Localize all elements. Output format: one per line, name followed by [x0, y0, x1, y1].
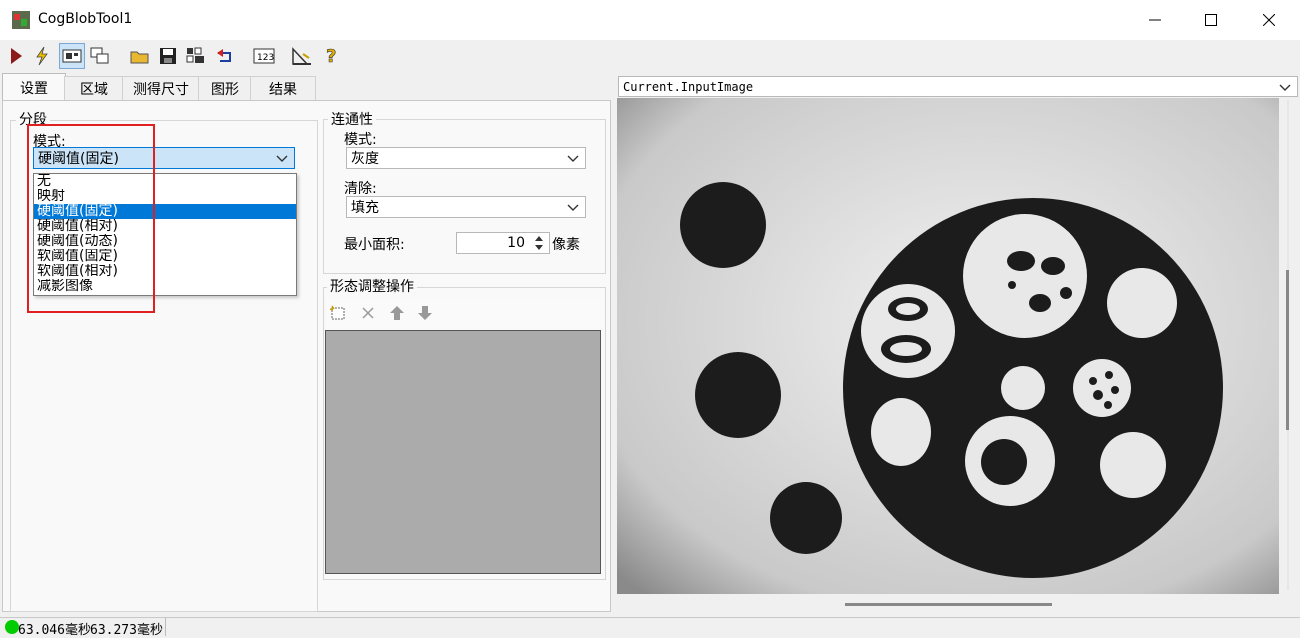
- tab-measurements[interactable]: 测得尺寸: [122, 76, 200, 101]
- lightning-icon: [36, 46, 48, 66]
- graphics-button[interactable]: [290, 44, 314, 68]
- play-icon: [11, 48, 22, 64]
- title-bar: CogBlobTool1: [0, 0, 1300, 40]
- status-time-total: 63.046毫秒: [18, 623, 91, 638]
- connectivity-mode-select[interactable]: 灰度: [346, 147, 586, 169]
- save-button[interactable]: [156, 44, 180, 68]
- grid-button[interactable]: [184, 44, 208, 68]
- windows-icon: [90, 47, 109, 64]
- image-selector-value: Current.InputImage: [623, 79, 754, 94]
- reset-button[interactable]: [214, 44, 238, 68]
- image-selector[interactable]: Current.InputImage: [618, 76, 1298, 97]
- triangle-ruler-icon: [292, 47, 311, 65]
- tab-settings[interactable]: 设置: [2, 73, 66, 101]
- close-button[interactable]: [1240, 0, 1298, 40]
- highlight-box: [27, 124, 155, 313]
- svg-text:?: ?: [326, 46, 336, 66]
- tab-graphics[interactable]: 图形: [198, 76, 252, 101]
- maximize-icon: [1205, 14, 1217, 26]
- vertical-scroll-thumb[interactable]: [1286, 270, 1289, 430]
- connectivity-mode-label: 模式:: [344, 132, 377, 148]
- move-up-button[interactable]: [388, 304, 406, 322]
- min-area-label: 最小面积:: [344, 237, 405, 253]
- chevron-down-icon: [567, 155, 579, 162]
- add-operation-button[interactable]: [329, 304, 347, 322]
- arrow-up-icon: [390, 306, 404, 320]
- close-icon: [1263, 14, 1275, 26]
- min-area-value: 10: [507, 235, 525, 251]
- save-icon: [160, 48, 176, 64]
- clear-select[interactable]: 填充: [346, 196, 586, 218]
- minimize-icon: [1149, 19, 1161, 21]
- morphology-group-title: 形态调整操作: [327, 276, 417, 296]
- tab-results[interactable]: 结果: [250, 76, 316, 101]
- maximize-button[interactable]: [1182, 0, 1240, 40]
- svg-text:123: 123: [257, 53, 274, 63]
- clear-value: 填充: [351, 200, 379, 216]
- min-area-spinner[interactable]: [530, 233, 548, 253]
- horizontal-scroll-thumb[interactable]: [845, 603, 1052, 606]
- electric-run-button[interactable]: [30, 44, 54, 68]
- delete-operation-button[interactable]: [359, 304, 377, 322]
- status-divider: [165, 618, 166, 636]
- run-button[interactable]: [4, 44, 28, 68]
- open-button[interactable]: [128, 44, 152, 68]
- numeric-button[interactable]: 123: [252, 44, 276, 68]
- image-display[interactable]: [617, 98, 1279, 594]
- numeric-123-icon: 123: [253, 48, 275, 64]
- connectivity-group-title: 连通性: [328, 109, 376, 129]
- help-button[interactable]: ?: [320, 44, 344, 68]
- image-display-icon: [62, 49, 82, 63]
- move-down-button[interactable]: [416, 304, 434, 322]
- chevron-down-icon: [276, 155, 288, 162]
- new-item-icon: [329, 305, 345, 320]
- grid-icon: [186, 47, 204, 63]
- app-icon: [12, 11, 30, 29]
- spin-arrows-icon: [535, 236, 543, 250]
- chevron-down-icon: [1279, 84, 1291, 91]
- connectivity-mode-value: 灰度: [351, 151, 379, 167]
- delete-icon: [362, 307, 374, 319]
- status-ok-icon: [5, 620, 19, 634]
- blob-image: [617, 98, 1279, 594]
- window-title: CogBlobTool1: [38, 11, 133, 27]
- tab-region[interactable]: 区域: [64, 76, 124, 101]
- undo-arrow-icon: [217, 49, 231, 62]
- min-area-unit: 像素: [552, 237, 580, 253]
- help-icon: ?: [326, 46, 337, 66]
- clear-label: 清除:: [344, 181, 377, 197]
- status-time-last: 63.273毫秒: [90, 623, 163, 638]
- minimize-button[interactable]: [1126, 0, 1184, 40]
- folder-open-icon: [130, 51, 149, 64]
- morphology-operations-list[interactable]: [325, 330, 601, 574]
- windows-button[interactable]: [88, 44, 112, 68]
- arrow-down-icon: [418, 306, 432, 320]
- chevron-down-icon: [567, 204, 579, 211]
- status-bar: [0, 617, 1300, 638]
- show-image-button[interactable]: [59, 43, 85, 69]
